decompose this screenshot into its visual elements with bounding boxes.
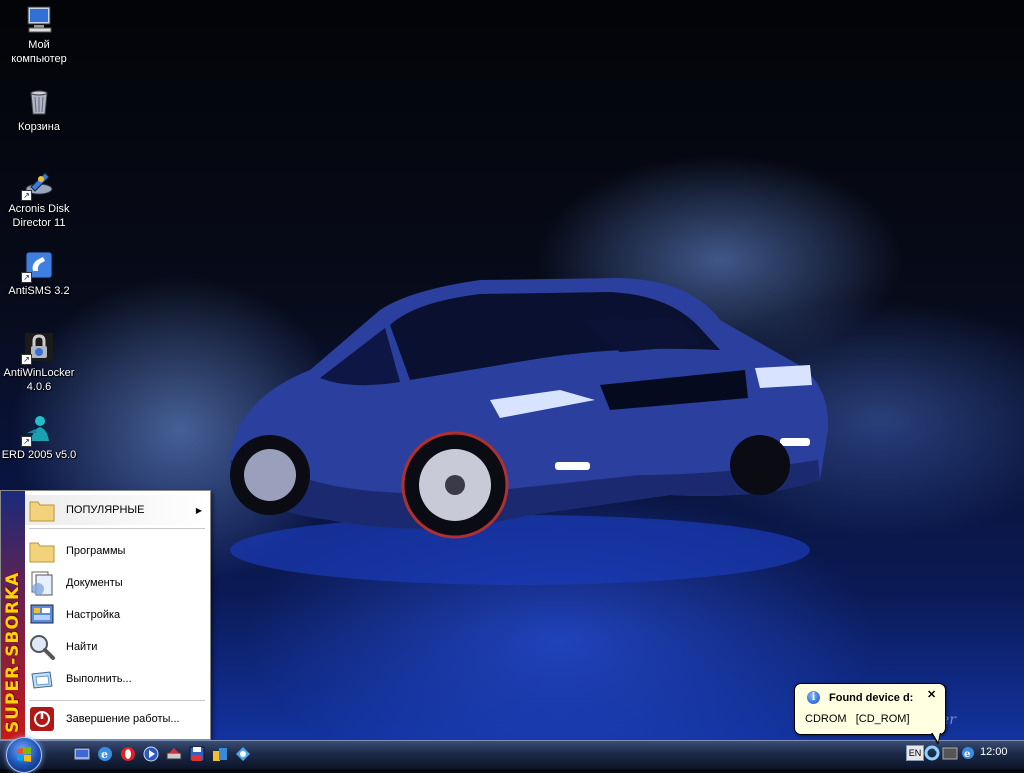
lock-icon: ↗ bbox=[21, 331, 55, 365]
start-menu-item-settings[interactable]: Настройка bbox=[25, 600, 209, 630]
start-menu-item-label: ПОПУЛЯРНЫЕ bbox=[66, 504, 145, 516]
desktop-icon-label: ERD 2005 v5.0 bbox=[1, 449, 77, 461]
start-menu-item-label: Найти bbox=[66, 641, 98, 653]
desktop-icon-acronis[interactable]: ↗ Acronis Disk Director 11 bbox=[0, 167, 79, 230]
update-tray-icon[interactable] bbox=[924, 745, 940, 761]
svg-text:e: e bbox=[964, 749, 970, 760]
antisms-icon: ↗ bbox=[21, 249, 55, 283]
desktop-icon-label: AntiSMS 3.2 bbox=[8, 285, 70, 297]
start-menu-separator bbox=[29, 528, 205, 529]
notification-balloon[interactable]: i Found device d: ✕ CDROM [CD_ROM] bbox=[794, 683, 946, 745]
app-icon[interactable] bbox=[234, 745, 252, 763]
start-menu-item-label: Завершение работы... bbox=[66, 713, 180, 725]
desktop-icon-antisms[interactable]: ↗ AntiSMS 3.2 bbox=[0, 249, 79, 298]
network-icon[interactable] bbox=[165, 745, 183, 763]
notification-text: CDROM [CD_ROM] bbox=[805, 713, 910, 725]
start-menu-banner: SUPER-SBORKA bbox=[1, 491, 25, 739]
erd-icon: ↗ bbox=[21, 413, 55, 447]
desktop-icon-antiwinlocker[interactable]: ↗ AntiWinLocker 4.0.6 bbox=[0, 331, 79, 394]
start-menu-item-search[interactable]: Найти bbox=[25, 632, 209, 662]
desktop-icon-erd[interactable]: ↗ ERD 2005 v5.0 bbox=[0, 413, 79, 462]
desktop-icon-label: AntiWinLocker 4.0.6 bbox=[3, 367, 75, 393]
acronis-icon: ↗ bbox=[21, 167, 55, 201]
taskbar-clock[interactable]: 12:00 bbox=[980, 746, 1008, 758]
start-menu-item-shutdown[interactable]: Завершение работы... bbox=[25, 704, 209, 734]
documents-icon bbox=[28, 570, 58, 596]
start-menu-banner-text: SUPER-SBORKA bbox=[3, 571, 23, 733]
balloon-tail-fill bbox=[932, 732, 940, 742]
media-player-icon[interactable] bbox=[142, 745, 160, 763]
desktop-icon-my-computer[interactable]: Мой компьютер bbox=[0, 3, 79, 66]
ie-icon[interactable]: e bbox=[96, 745, 114, 763]
my-computer-icon bbox=[23, 3, 55, 35]
desktop-icon-label: Мой компьютер bbox=[11, 39, 67, 65]
submenu-arrow-icon: ▶ bbox=[195, 505, 202, 515]
desktop-icon-recycle-bin[interactable]: Корзина bbox=[0, 85, 79, 134]
device-tray-icon[interactable] bbox=[942, 745, 958, 761]
save-icon[interactable] bbox=[188, 745, 206, 763]
settings-icon bbox=[28, 602, 58, 628]
folder-icon bbox=[28, 497, 58, 523]
svg-text:e: e bbox=[101, 748, 108, 761]
opera-icon[interactable] bbox=[119, 745, 137, 763]
notification-title: Found device d: bbox=[829, 692, 914, 704]
start-menu-item-documents[interactable]: Документы bbox=[25, 568, 209, 598]
desktop-icon-label: Acronis Disk Director 11 bbox=[8, 203, 70, 229]
start-menu-item-label: Программы bbox=[66, 545, 126, 557]
start-menu-item-label: Выполнить... bbox=[66, 673, 132, 685]
explorer-icon[interactable] bbox=[211, 745, 229, 763]
folder-icon bbox=[28, 538, 58, 564]
show-desktop-icon[interactable] bbox=[73, 745, 91, 763]
start-menu: SUPER-SBORKA ПОПУЛЯРНЫЕ ▶ Программы Доку… bbox=[0, 490, 211, 740]
info-icon: i bbox=[807, 691, 820, 704]
desktop-icon-label: Корзина bbox=[18, 121, 60, 133]
start-menu-item-programs[interactable]: Программы bbox=[25, 536, 209, 566]
close-icon[interactable]: ✕ bbox=[927, 688, 936, 701]
car-illustration bbox=[230, 278, 829, 585]
ie-tray-icon[interactable]: e bbox=[960, 745, 976, 761]
start-menu-separator bbox=[29, 700, 205, 701]
language-indicator[interactable]: EN bbox=[906, 745, 924, 761]
start-menu-item-popular[interactable]: ПОПУЛЯРНЫЕ ▶ bbox=[25, 495, 209, 525]
start-menu-item-label: Настройка bbox=[66, 609, 121, 621]
recycle-bin-icon bbox=[23, 85, 55, 117]
search-icon bbox=[28, 634, 58, 660]
start-menu-item-run[interactable]: Выполнить... bbox=[25, 664, 209, 694]
run-icon bbox=[28, 666, 58, 692]
windows-logo-icon bbox=[17, 747, 31, 762]
shutdown-icon bbox=[28, 706, 58, 732]
start-menu-item-label: Документы bbox=[66, 577, 123, 589]
